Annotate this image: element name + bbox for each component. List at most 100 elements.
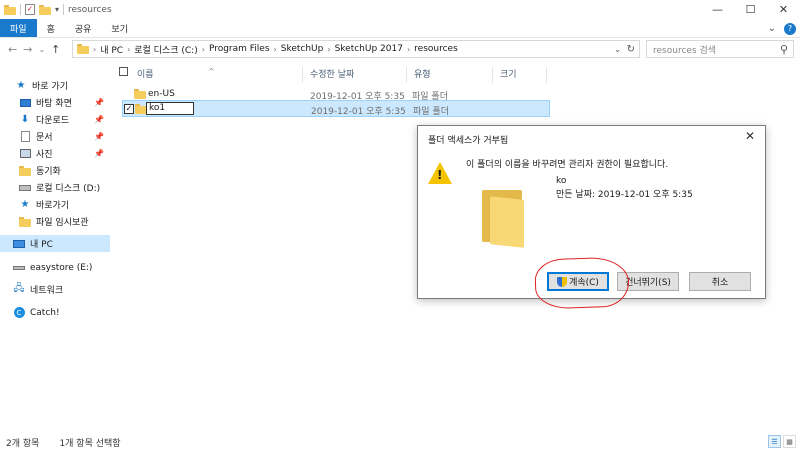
sidebar-item-shortcuts[interactable]: ★ 바로가기 — [0, 196, 110, 213]
chevron-right-icon[interactable]: › — [127, 45, 130, 54]
window-title: resources — [68, 4, 112, 15]
file-name: en-US — [148, 89, 175, 99]
network-icon: 🖧 — [13, 283, 25, 294]
breadcrumb-item[interactable]: Program Files — [209, 44, 270, 54]
qa-dropdown-icon[interactable]: ▾ — [55, 5, 59, 14]
column-type[interactable]: 유형 — [414, 67, 431, 80]
sort-caret-icon: ^ — [208, 67, 215, 76]
breadcrumb-item[interactable]: 로컬 디스크 (C:) — [134, 43, 197, 56]
sidebar-item-label: Catch! — [30, 307, 60, 318]
view-switcher: ☰ ▦ — [768, 435, 796, 448]
column-divider[interactable] — [492, 67, 493, 83]
list-item-selected[interactable]: ✓ ko1 2019-12-01 오후 5:35 파일 폴더 — [122, 100, 550, 117]
select-all-checkbox[interactable] — [119, 67, 128, 76]
ribbon-right: ⌄ ? — [768, 19, 796, 38]
column-date[interactable]: 수정한 날짜 — [310, 67, 354, 80]
chevron-right-icon[interactable]: › — [407, 45, 410, 54]
sidebar-item-label: 바로가기 — [36, 201, 70, 211]
sidebar-item-desktop[interactable]: 바탕 화면 📌 — [0, 94, 110, 111]
breadcrumb-item[interactable]: 내 PC — [100, 43, 123, 56]
chevron-right-icon[interactable]: › — [327, 45, 330, 54]
selection-count: 1개 항목 선택함 — [59, 438, 121, 449]
sidebar-item-this-pc[interactable]: 내 PC — [0, 235, 110, 252]
pin-icon[interactable]: 📌 — [94, 149, 104, 158]
star-folder-icon: ★ — [20, 199, 30, 210]
rename-input[interactable]: ko1 — [146, 102, 194, 115]
sidebar-item-label: 문서 — [36, 133, 53, 143]
close-button[interactable]: ✕ — [767, 0, 800, 19]
refresh-icon[interactable]: ↻ — [627, 44, 635, 55]
search-icon[interactable]: ⚲ — [780, 43, 788, 56]
recent-dropdown-icon[interactable]: ⌄ — [38, 45, 45, 54]
quick-access-toolbar: ✓ ▾ — [0, 0, 65, 19]
warning-mark: ! — [437, 168, 443, 182]
cancel-button[interactable]: 취소 — [689, 272, 751, 291]
sidebar-item-pictures[interactable]: 사진 📌 — [0, 145, 110, 162]
properties-icon[interactable]: ✓ — [25, 4, 35, 15]
chevron-right-icon[interactable]: › — [274, 45, 277, 54]
folder-icon — [18, 216, 32, 228]
tab-share[interactable]: 공유 — [65, 19, 102, 37]
sidebar-item-temp-storage[interactable]: 파일 임시보관 — [0, 213, 110, 230]
large-icons-view-icon[interactable]: ▦ — [783, 435, 796, 448]
status-bar: 2개 항목 1개 항목 선택함 ☰ ▦ — [0, 432, 800, 452]
navigation-pane: ★ 바로 가기 바탕 화면 📌 ⬇ 다운로드 📌 문서 📌 사진 📌 동기화 로… — [0, 60, 110, 430]
column-divider[interactable] — [546, 67, 547, 83]
folder-created-date: 만든 날짜: 2019-12-01 오후 5:35 — [556, 190, 693, 200]
dialog-close-button[interactable]: ✕ — [745, 129, 755, 143]
help-icon[interactable]: ? — [784, 22, 796, 35]
address-bar[interactable]: › 내 PC › 로컬 디스크 (C:) › Program Files › S… — [72, 40, 640, 58]
column-size[interactable]: 크기 — [500, 67, 517, 80]
pin-icon[interactable]: 📌 — [94, 98, 104, 107]
column-name[interactable]: 이름 — [137, 67, 154, 80]
pc-icon — [12, 238, 26, 250]
up-arrow-icon[interactable]: ↑ — [51, 43, 60, 56]
row-checkbox[interactable]: ✓ — [124, 104, 134, 114]
details-view-icon[interactable]: ☰ — [768, 435, 781, 448]
tab-file[interactable]: 파일 — [0, 19, 37, 37]
divider — [20, 4, 21, 15]
drive-icon — [18, 182, 32, 194]
maximize-button[interactable]: ☐ — [734, 0, 767, 19]
file-date: 2019-12-01 오후 5:35 — [311, 107, 406, 117]
back-arrow-icon[interactable]: ← — [8, 43, 17, 56]
chevron-down-icon[interactable]: ⌄ — [614, 45, 621, 54]
ribbon: 파일 홈 공유 보기 ⌄ ? — [0, 19, 800, 38]
document-icon — [18, 131, 32, 143]
sidebar-item-quick-access[interactable]: ★ 바로 가기 — [0, 77, 110, 94]
pin-icon[interactable]: 📌 — [94, 115, 104, 124]
pictures-icon — [18, 148, 32, 160]
folder-icon — [18, 165, 32, 177]
expand-ribbon-icon[interactable]: ⌄ — [768, 23, 776, 34]
search-input[interactable]: resources 검색 ⚲ — [646, 40, 794, 58]
chevron-right-icon[interactable]: › — [202, 45, 205, 54]
sidebar-item-sync[interactable]: 동기화 — [0, 162, 110, 179]
sidebar-item-catch[interactable]: C Catch! — [0, 304, 110, 321]
sidebar-item-easystore[interactable]: easystore (E:) — [0, 259, 110, 276]
annotation-circle — [534, 256, 630, 310]
column-header: ^ 이름 수정한 날짜 유형 크기 — [110, 60, 800, 83]
breadcrumb-item[interactable]: SketchUp 2017 — [335, 44, 403, 54]
chevron-right-icon[interactable]: › — [93, 45, 96, 54]
sidebar-item-label: 파일 임시보관 — [36, 218, 89, 228]
sidebar-item-local-disk-d[interactable]: 로컬 디스크 (D:) — [0, 179, 110, 196]
tab-view[interactable]: 보기 — [101, 19, 138, 37]
dialog-message: 이 폴더의 이름을 바꾸려면 관리자 권한이 필요합니다. — [466, 160, 669, 170]
sidebar-item-network[interactable]: 🖧 네트워크 — [0, 281, 110, 298]
minimize-button[interactable]: — — [701, 0, 734, 19]
forward-arrow-icon[interactable]: → — [23, 43, 32, 56]
drive-icon — [12, 262, 26, 274]
divider — [63, 4, 65, 15]
column-divider[interactable] — [406, 67, 407, 83]
column-divider[interactable] — [302, 67, 303, 83]
folder-name: ko — [556, 176, 567, 186]
new-folder-icon[interactable] — [39, 4, 51, 15]
pin-icon[interactable]: 📌 — [94, 132, 104, 141]
sidebar-item-documents[interactable]: 문서 📌 — [0, 128, 110, 145]
breadcrumb-item[interactable]: SketchUp — [281, 44, 324, 54]
tab-home[interactable]: 홈 — [37, 19, 65, 37]
star-icon: ★ — [16, 80, 26, 91]
breadcrumb-item[interactable]: resources — [414, 44, 458, 54]
sidebar-item-downloads[interactable]: ⬇ 다운로드 📌 — [0, 111, 110, 128]
sidebar-item-label: 다운로드 — [36, 116, 70, 126]
